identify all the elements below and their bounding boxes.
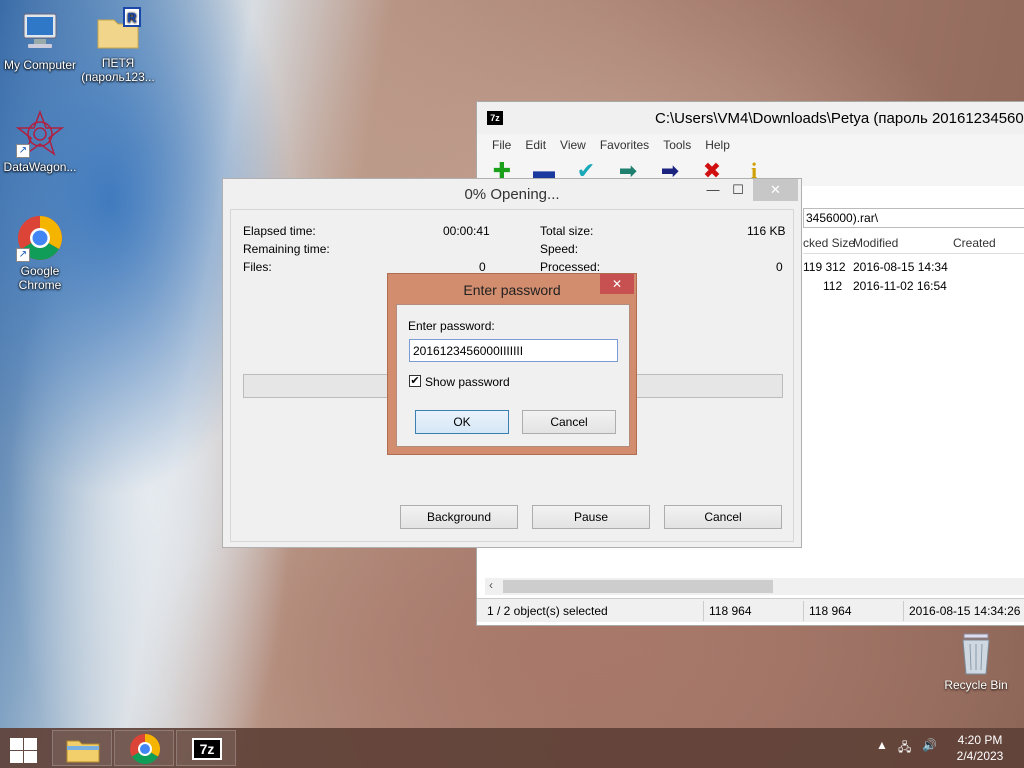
menu-help[interactable]: Help (698, 134, 737, 156)
folder-icon: R (94, 6, 142, 54)
chrome-icon (130, 734, 161, 765)
address-bar[interactable]: 3456000).rar\ (803, 208, 1024, 228)
show-password-label[interactable]: Show password (425, 375, 510, 389)
elapsed-label: Elapsed time: (243, 224, 316, 238)
total-size-value: 116 KB (747, 224, 786, 238)
processed-value: 0 (776, 260, 783, 274)
desktop-icon-label: Google Chrome (18, 264, 62, 292)
recycle-bin-icon (956, 632, 996, 678)
windows-logo-pane (24, 738, 37, 750)
windows-logo-pane (10, 751, 23, 763)
dialog-body: Enter password: ✔ Show password OK Cance… (396, 304, 630, 447)
pause-button[interactable]: Pause (532, 505, 650, 529)
remaining-label: Remaining time: (243, 242, 330, 256)
close-icon[interactable]: ✕ (600, 274, 634, 294)
volume-icon[interactable]: 🔊 (922, 738, 937, 752)
start-button[interactable] (8, 736, 38, 763)
taskbar-clock[interactable]: 4:20 PM 2/4/2023 (950, 732, 1010, 764)
menu-view[interactable]: View (553, 134, 593, 156)
windows-logo-pane (24, 751, 37, 763)
files-value: 0 (479, 260, 486, 274)
shortcut-arrow-icon: ↗ (16, 248, 30, 262)
desktop-icon-my-computer[interactable]: My Computer (0, 8, 80, 72)
password-input[interactable] (409, 339, 618, 362)
taskbar-chrome[interactable] (114, 730, 174, 766)
column-packed-size[interactable]: cked Size (803, 236, 855, 250)
background-button[interactable]: Background (400, 505, 518, 529)
password-dialog[interactable]: Enter password ✕ Enter password: ✔ Show … (387, 273, 637, 455)
status-bar: 1 / 2 object(s) selected 118 964 118 964… (477, 598, 1024, 622)
menu-bar: File Edit View Favorites Tools Help (477, 134, 1024, 156)
status-packed: 118 964 (809, 604, 852, 618)
file-manager-titlebar[interactable]: 7z C:\Users\VM4\Downloads\Petya (пароль … (477, 102, 1024, 134)
desktop-icon-label: ПЕТЯ (пароль123... (81, 56, 155, 84)
status-divider (703, 601, 704, 621)
column-modified[interactable]: Modified (853, 236, 898, 250)
column-created[interactable]: Created (953, 236, 996, 250)
clock-time: 4:20 PM (957, 733, 1003, 747)
elapsed-value: 00:00:41 (443, 224, 490, 238)
status-divider (803, 601, 804, 621)
svg-text:R: R (127, 10, 137, 25)
cell-modified: 2016-11-02 16:54 (853, 279, 947, 293)
taskbar-7zip[interactable]: 7z (176, 730, 236, 766)
file-list-header: cked Size Modified Created (803, 232, 1024, 254)
cancel-button[interactable]: Cancel (522, 410, 616, 434)
scroll-left-icon[interactable]: ‹ (489, 578, 493, 592)
maximize-icon[interactable]: ☐ (723, 179, 753, 201)
desktop-icon-label: DataWagon... (3, 160, 77, 174)
desktop-icon-petya-folder[interactable]: R ПЕТЯ (пароль123... (78, 6, 158, 84)
speed-label: Speed: (540, 242, 579, 256)
menu-tools[interactable]: Tools (656, 134, 698, 156)
shortcut-arrow-icon: ↗ (16, 144, 30, 158)
menu-file[interactable]: File (485, 134, 518, 156)
progress-titlebar[interactable]: 0% Opening... — ☐ ✕ (223, 179, 801, 209)
clock-date: 2/4/2023 (956, 749, 1004, 763)
cell-packed: 119 312 (803, 260, 846, 274)
datawagon-icon: ↗ (15, 109, 65, 158)
ok-button[interactable]: OK (415, 410, 509, 434)
scrollbar-thumb[interactable] (503, 580, 773, 593)
dialog-title: Enter password (463, 282, 561, 298)
file-explorer-icon (66, 740, 100, 763)
windows-logo-icon (10, 738, 23, 750)
close-icon[interactable]: ✕ (753, 179, 798, 201)
total-size-label: Total size: (540, 224, 594, 238)
desktop-icon-label: My Computer (3, 58, 77, 72)
status-selected: 1 / 2 object(s) selected (487, 604, 608, 618)
cancel-button[interactable]: Cancel (664, 505, 782, 529)
7zip-icon: 7z (192, 738, 222, 760)
desktop-icon-datawagon[interactable]: ↗ DataWagon... (0, 109, 80, 174)
taskbar-file-explorer[interactable] (52, 730, 112, 766)
status-size: 118 964 (709, 604, 752, 618)
recycle-bin-label: Recycle Bin (944, 678, 1008, 692)
taskbar: 7z ▲ 🖧 🔊 4:20 PM 2/4/2023 (0, 728, 1024, 768)
password-label: Enter password: (408, 319, 495, 333)
status-divider (903, 601, 904, 621)
network-icon[interactable]: 🖧 (898, 738, 911, 759)
computer-icon (16, 8, 64, 56)
desktop-icon-chrome[interactable]: ↗ Google Chrome (0, 214, 80, 292)
cell-modified: 2016-08-15 14:34 (853, 260, 948, 274)
processed-label: Processed: (540, 260, 601, 274)
show-password-checkbox[interactable]: ✔ (409, 375, 421, 387)
menu-favorites[interactable]: Favorites (593, 134, 656, 156)
desktop-icon-recycle-bin[interactable]: Recycle Bin (938, 632, 1014, 692)
files-label: Files: (243, 260, 272, 274)
status-modified: 2016-08-15 14:34:26 (909, 604, 1021, 618)
chrome-icon: ↗ (16, 214, 64, 262)
window-title: C:\Users\VM4\Downloads\Petya (пароль 201… (655, 110, 1024, 127)
show-hidden-icons-icon[interactable]: ▲ (876, 738, 888, 752)
7zip-app-icon: 7z (487, 111, 503, 125)
horizontal-scrollbar[interactable]: ‹ (485, 578, 1024, 595)
cell-packed: 112 (823, 279, 843, 293)
menu-edit[interactable]: Edit (518, 134, 553, 156)
